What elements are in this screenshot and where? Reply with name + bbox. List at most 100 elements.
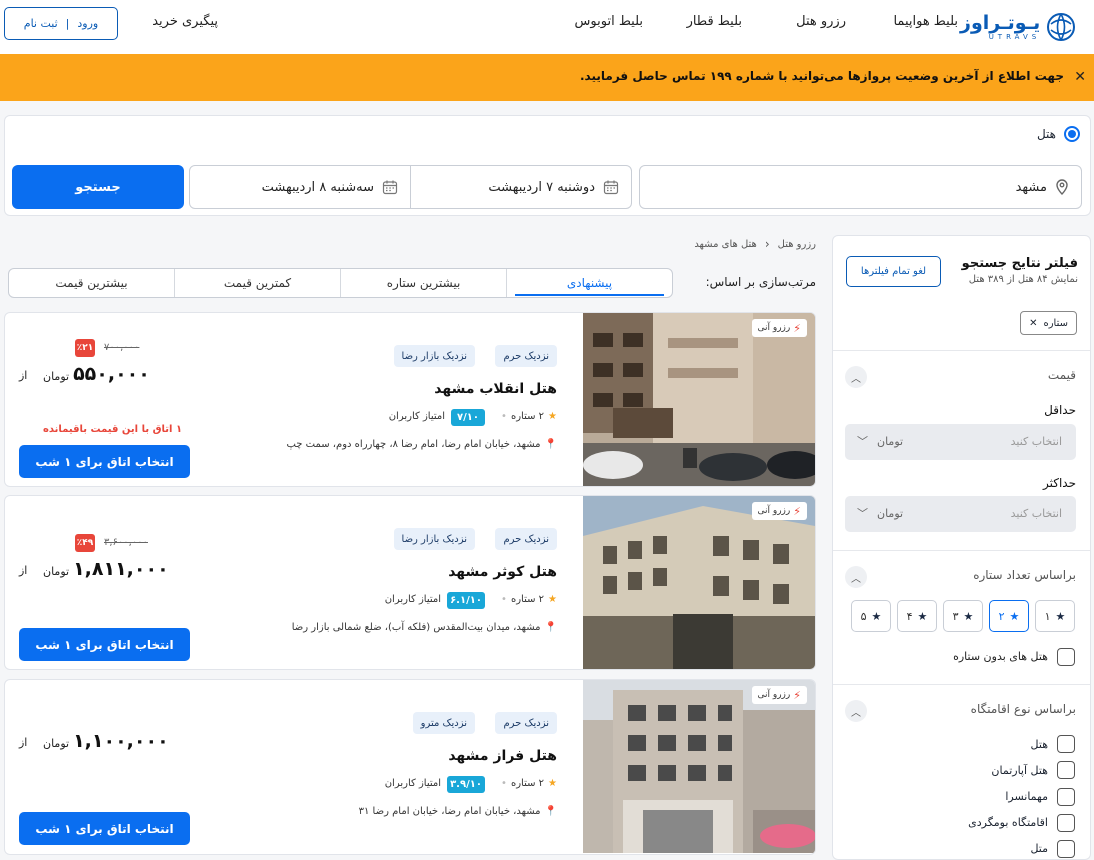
checkin-date-value: دوشنبه ۷ اردیبهشت <box>488 179 595 195</box>
breadcrumb-hotel-booking[interactable]: رزرو هتل <box>778 239 816 250</box>
hotel-photo[interactable]: ⚡ رزرو آنی <box>583 313 815 486</box>
hotel-card[interactable]: ⚡ رزرو آنی نزدیک حرم نزدیک مترو هتل فراز… <box>4 679 816 855</box>
close-icon[interactable]: ✕ <box>1029 318 1037 329</box>
star-icon: ★ <box>963 609 974 623</box>
stars-text: ۲ ستاره <box>510 778 545 789</box>
select-room-button[interactable]: انتخاب اتاق برای ۱ شب <box>19 812 190 845</box>
calendar-icon <box>603 180 619 195</box>
instant-booking-badge: ⚡ رزرو آنی <box>751 502 807 520</box>
nav-hotel-booking[interactable]: رزرو هتل <box>796 14 846 29</box>
sort-tab-lowest-price[interactable]: کمترین قیمت <box>174 269 340 297</box>
price: ۵۵۰,۰۰۰ تومان <box>43 363 150 385</box>
chevron-up-icon[interactable]: ︿ <box>845 700 867 722</box>
hotel-photo[interactable]: ⚡ رزرو آنی <box>583 496 815 669</box>
checkout-date-value: سه‌شنبه ۸ اردیبهشت <box>261 179 374 195</box>
address-text: مشهد، میدان بیت‌المقدس (فلکه آب)، ضلع شم… <box>291 622 541 633</box>
type-label-motel: متل <box>1030 842 1048 855</box>
divider: | <box>65 17 70 30</box>
chevron-up-icon[interactable]: ︿ <box>845 366 867 388</box>
chevron-down-icon: ﹀ <box>857 507 868 520</box>
lightning-icon: ⚡ <box>793 321 801 335</box>
price-value: ۱,۱۰۰,۰۰۰ <box>73 730 169 752</box>
hotel-name[interactable]: هتل کوثر مشهد <box>448 564 557 580</box>
hotel-address: 📍 مشهد، خیابان امام رضا، خیابان امام رضا… <box>359 806 557 817</box>
price-from: از <box>19 564 28 577</box>
rating-label: امتیاز کاربران <box>384 778 441 789</box>
hotel-card[interactable]: ⚡ رزرو آنی نزدیک حرم نزدیک بازار رضا هتل… <box>4 312 816 487</box>
tag-near-metro: نزدیک مترو <box>412 712 475 734</box>
star-filter-3[interactable]: ★ ۳ <box>943 600 983 632</box>
rating-badge: ۶.۱/۱۰ <box>447 592 485 609</box>
select-room-button[interactable]: انتخاب اتاق برای ۱ شب <box>19 628 190 661</box>
price-min-label: حداقل <box>1044 403 1076 417</box>
star-count: ۱ <box>1044 609 1051 623</box>
search-button[interactable]: جستجو <box>12 165 184 209</box>
star-filter-2[interactable]: ★ ۲ <box>989 600 1029 632</box>
hotel-card[interactable]: ⚡ رزرو آنی نزدیک حرم نزدیک بازار رضا هتل… <box>4 495 816 670</box>
lightning-icon: ⚡ <box>793 504 801 518</box>
rating-badge: ۷/۱۰ <box>451 409 485 426</box>
price-min-select[interactable]: انتخاب کنید تومان ﹀ <box>845 424 1076 460</box>
no-star-checkbox[interactable] <box>1057 648 1075 666</box>
hotel-radio[interactable] <box>1064 126 1080 142</box>
type-checkbox-hotel-apartment[interactable] <box>1057 761 1075 779</box>
breadcrumb: رزرو هتل ‹ هتل های مشهد <box>694 237 816 251</box>
address-text: مشهد، خیابان امام رضا، امام رضا ۸، چهارر… <box>286 439 541 450</box>
nav-flight-tickets[interactable]: بلیط هواپیما <box>893 14 958 29</box>
price-unit: تومان <box>43 737 70 750</box>
sort-label: مرتب‌سازی بر اساس: <box>705 275 816 289</box>
hotel-name[interactable]: هتل فراز مشهد <box>448 748 557 764</box>
type-checkbox-motel[interactable] <box>1057 840 1075 858</box>
hotel-address: 📍 مشهد، خیابان امام رضا، امام رضا ۸، چها… <box>286 439 557 450</box>
hotel-name[interactable]: هتل انقلاب مشهد <box>434 381 557 397</box>
clear-all-filters-button[interactable]: لغو تمام فیلترها <box>846 256 941 287</box>
nav-train-tickets[interactable]: بلیط قطار <box>687 14 742 29</box>
nav-bus-tickets[interactable]: بلیط اتوبوس <box>575 14 643 29</box>
location-pin-icon <box>1056 179 1068 195</box>
logo-text: یـوتـراوز <box>960 12 1041 34</box>
chevron-down-icon: ﹀ <box>857 435 868 448</box>
type-label-ecolodge: اقامتگاه بومگردی <box>968 816 1048 829</box>
type-checkbox-hotel[interactable] <box>1057 735 1075 753</box>
type-label-hotel: هتل <box>1030 738 1048 751</box>
star-filter-1[interactable]: ★ ۱ <box>1035 600 1075 632</box>
price-max-select[interactable]: انتخاب کنید تومان ﹀ <box>845 496 1076 532</box>
price-from: از <box>19 736 28 749</box>
rooms-left-warning: ۱ اتاق با این قیمت باقیمانده <box>43 424 183 435</box>
star-filter-4[interactable]: ★ ۴ <box>897 600 937 632</box>
sort-tab-most-stars[interactable]: بیشترین ستاره <box>340 269 506 297</box>
star-count: ۲ <box>998 609 1005 623</box>
old-price: ۷۰۰,۰۰۰ <box>104 342 140 353</box>
checkin-date-field[interactable]: دوشنبه ۷ اردیبهشت <box>410 165 632 209</box>
chevron-up-icon[interactable]: ︿ <box>845 566 867 588</box>
sort-tab-suggested[interactable]: پیشنهادی <box>506 269 672 297</box>
utravs-logo[interactable]: یـوتـراوز UTRAVS <box>960 8 1080 46</box>
select-room-button[interactable]: انتخاب اتاق برای ۱ شب <box>19 445 190 478</box>
star-filter-5[interactable]: ★ ۵ <box>851 600 891 632</box>
discount-badge: ٪۴۹ <box>75 534 95 552</box>
price-min-placeholder: انتخاب کنید <box>1010 435 1062 448</box>
type-checkbox-ecolodge[interactable] <box>1057 814 1075 832</box>
hotel-photo[interactable]: ⚡ رزرو آنی <box>583 680 815 853</box>
sort-tab-highest-price[interactable]: بیشترین قیمت <box>9 269 174 297</box>
login-signup-button[interactable]: ورود | ثبت نام <box>4 7 118 40</box>
active-filter-chip[interactable]: ستاره ✕ <box>1020 311 1077 335</box>
divider <box>833 550 1090 551</box>
globe-logo-icon <box>1047 13 1076 41</box>
star-count: ۵ <box>860 609 867 623</box>
logo-subtext: UTRAVS <box>988 33 1041 41</box>
rating-label: امتیاز کاربران <box>388 411 445 422</box>
badge-label: رزرو آنی <box>757 506 791 516</box>
checkout-date-field[interactable]: سه‌شنبه ۸ اردیبهشت <box>189 165 411 209</box>
stars-section-title: براساس تعداد ستاره <box>973 568 1076 582</box>
price-section-title: قیمت <box>1047 368 1076 382</box>
destination-input[interactable]: مشهد <box>639 165 1082 209</box>
location-pin-icon: 📍 <box>544 439 557 450</box>
hotel-stars: ★ ۲ ستاره • <box>501 778 557 789</box>
no-star-label: هتل های بدون ستاره <box>953 650 1048 663</box>
nav-track-purchase[interactable]: پیگیری خرید <box>152 14 218 29</box>
type-label-guesthouse: مهمانسرا <box>1005 790 1048 803</box>
type-checkbox-guesthouse[interactable] <box>1057 788 1075 806</box>
instant-booking-badge: ⚡ رزرو آنی <box>751 319 807 337</box>
close-icon[interactable]: ✕ <box>1074 69 1086 85</box>
